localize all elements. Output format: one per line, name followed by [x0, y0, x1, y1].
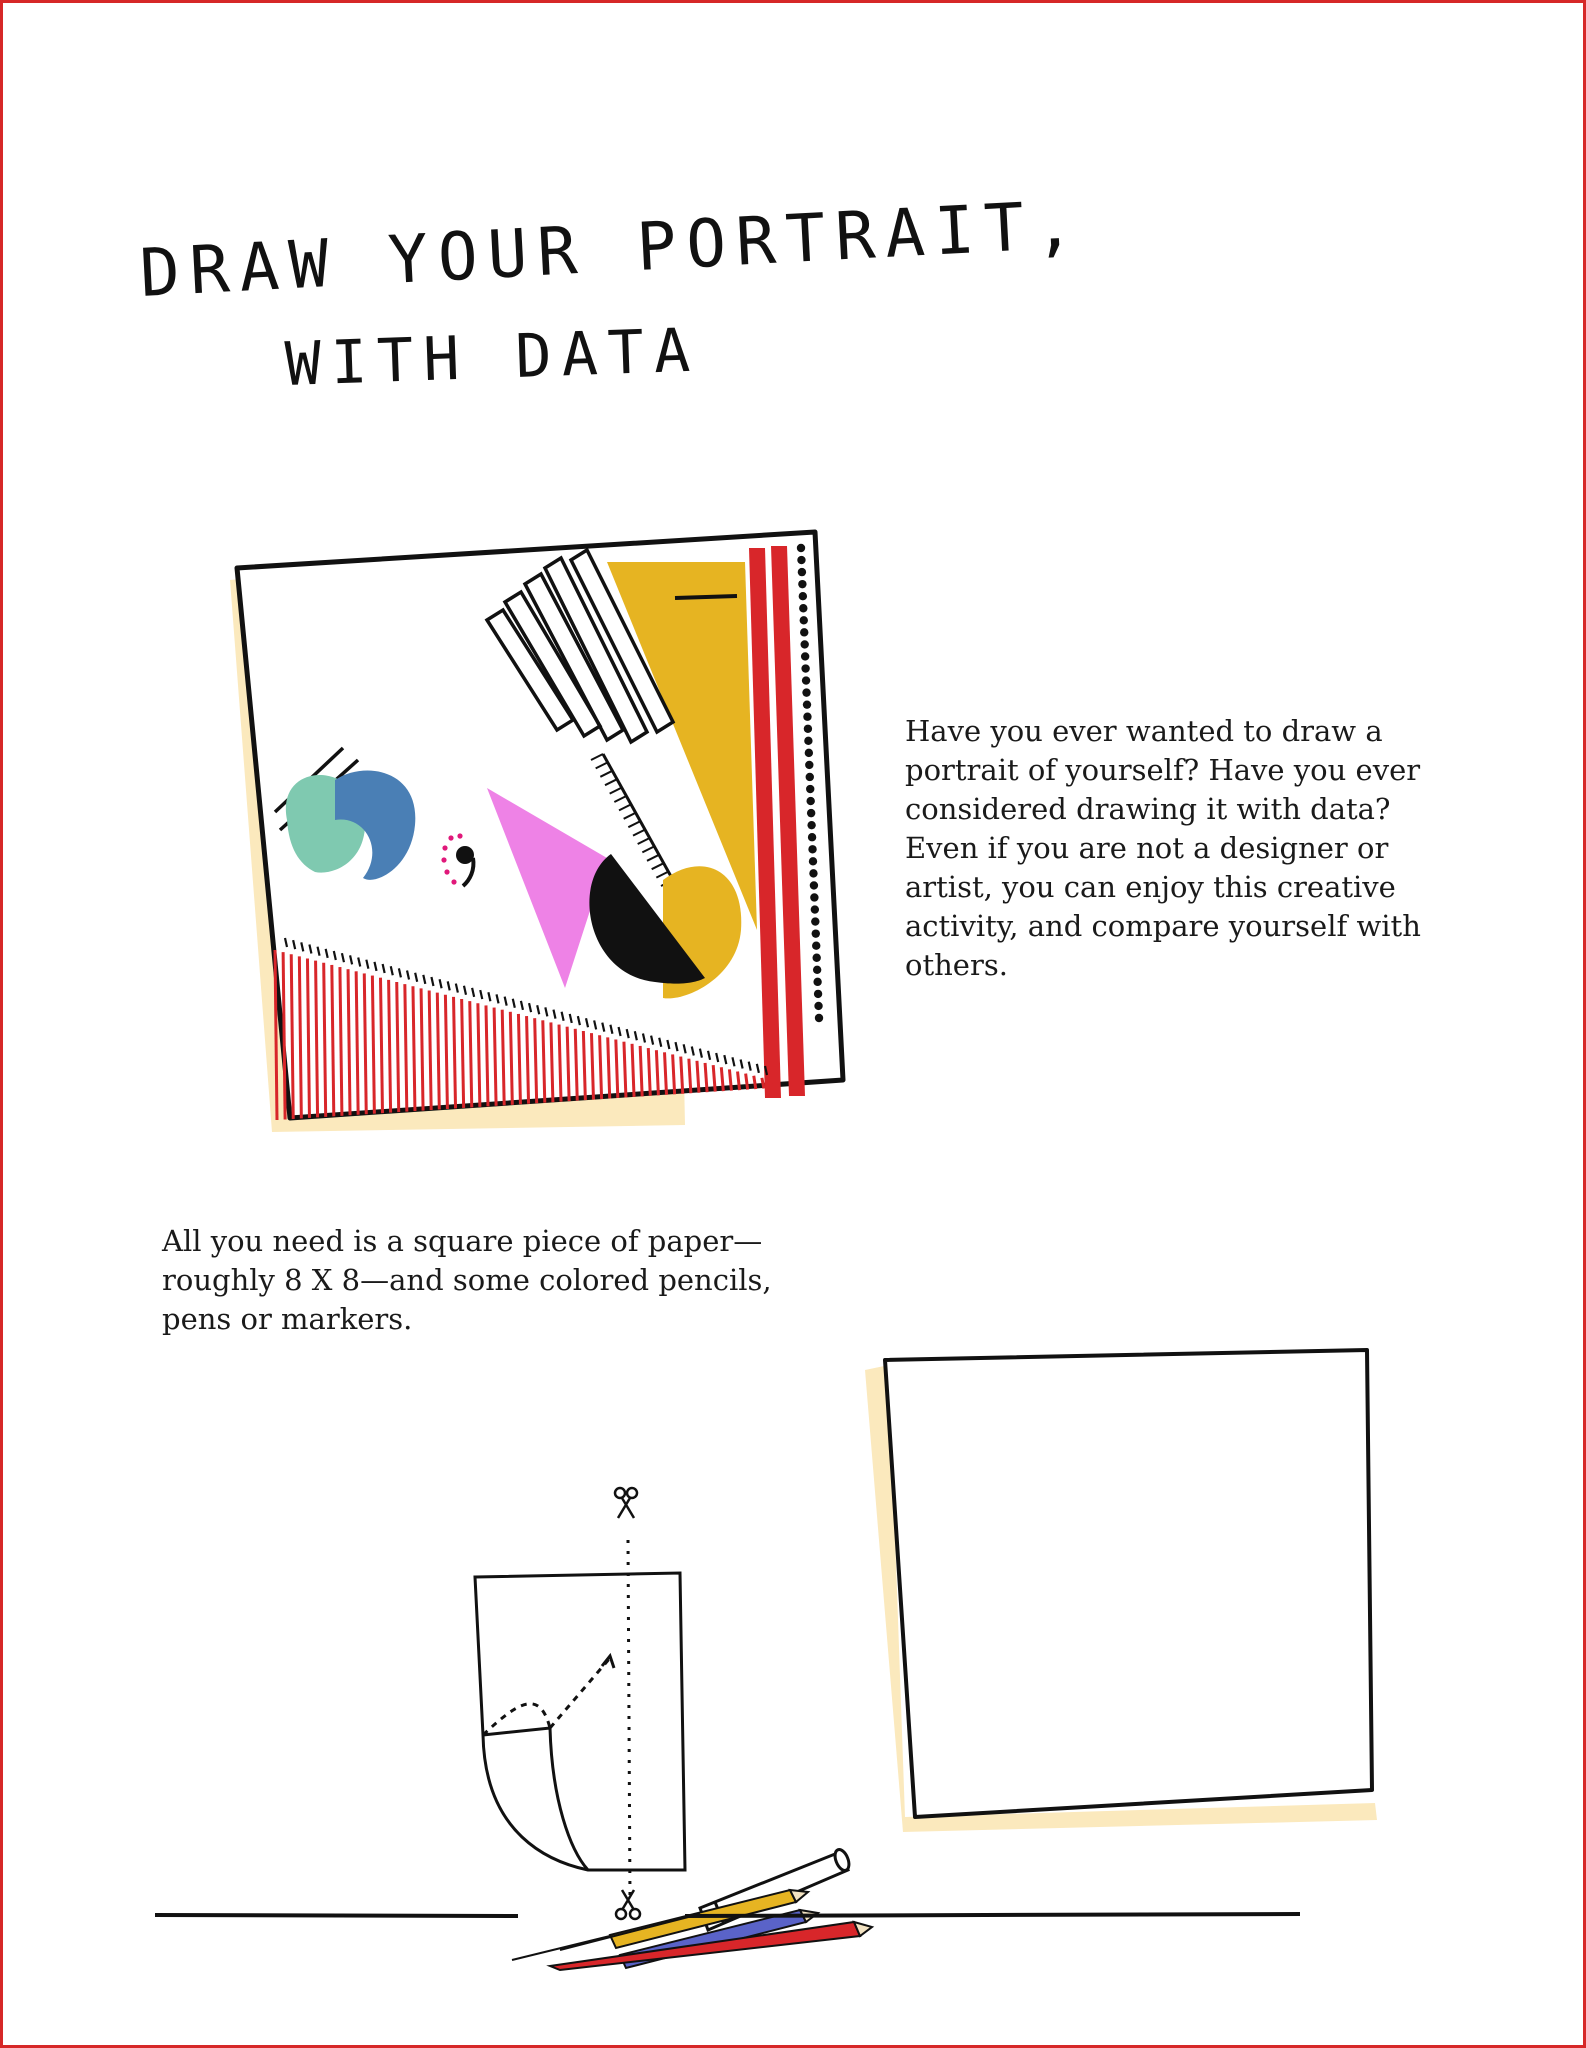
ground-line-left [154, 1913, 519, 1918]
supplies-illustration [154, 1486, 1301, 1972]
example-portrait-illustration [230, 529, 846, 1132]
colored-pencils-icon [511, 1888, 875, 1972]
scissors-icon [613, 1486, 639, 1519]
folded-paper-icon [473, 1539, 687, 1901]
materials-paragraph: All you need is a square piece of paper—… [162, 1224, 772, 1336]
short-dash-mark [674, 594, 738, 600]
ground-line-right [684, 1912, 1301, 1918]
page-title-line-2: WITH DATA [283, 315, 702, 400]
scissors-icon [614, 1889, 642, 1921]
intro-paragraph: Have you ever wanted to draw a portrait … [905, 714, 1421, 982]
